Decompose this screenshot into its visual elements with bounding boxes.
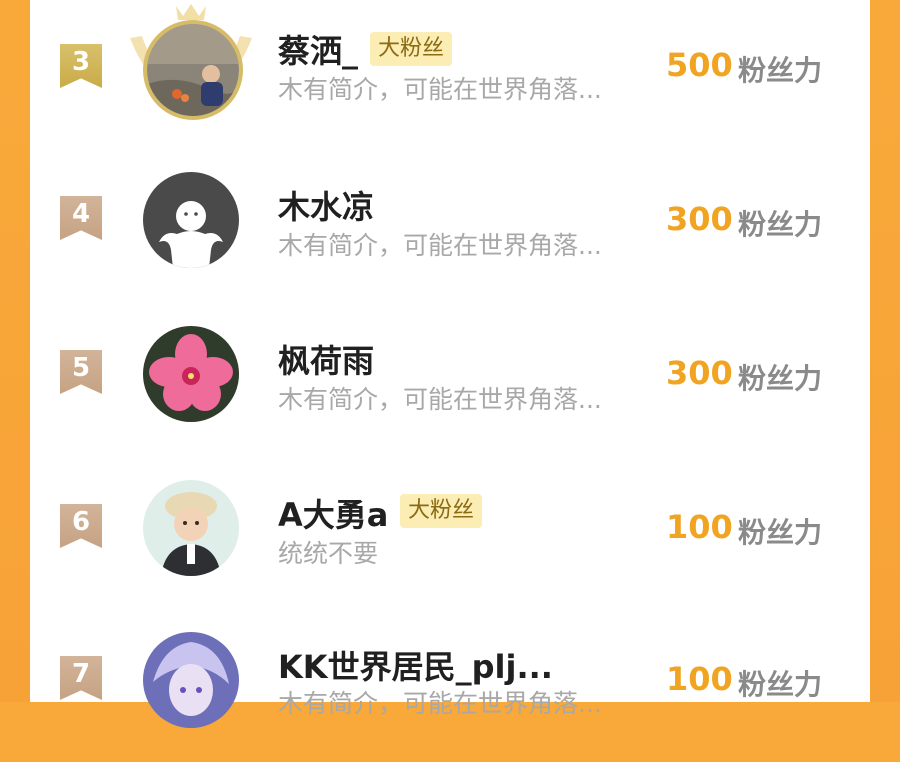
avatar[interactable] (143, 326, 239, 422)
user-name[interactable]: 木水凉 (278, 182, 374, 228)
rank-number: 3 (71, 47, 91, 77)
fan-power-unit: 粉丝力 (738, 362, 823, 395)
fan-power-score: 500 (666, 46, 733, 84)
rank-number: 5 (71, 353, 91, 383)
fan-power-score: 300 (666, 200, 733, 238)
fan-power-unit: 粉丝力 (738, 516, 823, 549)
rank-number: 4 (71, 199, 91, 229)
default-user-icon (143, 172, 239, 268)
avatar[interactable] (143, 172, 239, 268)
rank-ribbon-icon: 7 (60, 656, 102, 700)
rank-ribbon-icon: 5 (60, 350, 102, 394)
user-bio: 木有简介，可能在世界角落... (278, 385, 602, 414)
list-item[interactable]: 5 枫荷雨 木有简介，可能在世界角落... 300 粉丝力 (30, 304, 870, 454)
fan-power-unit: 粉丝力 (738, 208, 823, 241)
rank-ribbon-icon: 6 (60, 504, 102, 548)
user-name[interactable]: 蔡洒_ (278, 26, 358, 72)
user-name[interactable]: A大勇a (278, 490, 388, 536)
big-fan-badge: 大粉丝 (400, 494, 483, 528)
list-item[interactable]: 3 蔡洒_ 大粉丝 木有简介，可能在世界角落... 500 粉丝力 (30, 0, 870, 150)
fan-power-score: 300 (666, 354, 733, 392)
rank-ribbon-icon: 3 (60, 44, 102, 88)
list-item[interactable]: 6 A大勇a 大粉丝 统统不要 100 粉丝力 (30, 458, 870, 608)
fan-power-unit: 粉丝力 (738, 668, 823, 701)
fan-power-unit: 粉丝力 (738, 54, 823, 87)
fan-power-score: 100 (666, 508, 733, 546)
avatar[interactable] (143, 20, 243, 120)
rank-ribbon-icon: 4 (60, 196, 102, 240)
user-name[interactable]: 枫荷雨 (278, 336, 374, 382)
list-item[interactable]: 7 KK世界居民_plj... 木有简介，可能在世界角落... 100 粉丝力 (30, 612, 870, 762)
avatar[interactable] (143, 632, 239, 728)
user-bio: 统统不要 (278, 539, 379, 568)
user-bio: 木有简介，可能在世界角落... (278, 231, 602, 260)
big-fan-badge: 大粉丝 (370, 32, 453, 66)
list-item[interactable]: 4 木水凉 木有简介，可能在世界角落... 300 粉丝力 (30, 150, 870, 300)
fan-power-score: 100 (666, 660, 733, 698)
user-bio: 木有简介，可能在世界角落... (278, 689, 602, 718)
rank-number: 6 (71, 507, 91, 537)
user-bio: 木有简介，可能在世界角落... (278, 75, 602, 104)
fan-list-panel: 3 蔡洒_ 大粉丝 木有简介，可能在世界角落... 500 粉丝力 4 木水凉 … (30, 0, 870, 728)
user-name[interactable]: KK世界居民_plj... (278, 642, 553, 688)
rank-number: 7 (71, 659, 91, 689)
avatar[interactable] (143, 480, 239, 576)
fan-ranking-screen: 3 蔡洒_ 大粉丝 木有简介，可能在世界角落... 500 粉丝力 4 木水凉 … (0, 0, 900, 728)
